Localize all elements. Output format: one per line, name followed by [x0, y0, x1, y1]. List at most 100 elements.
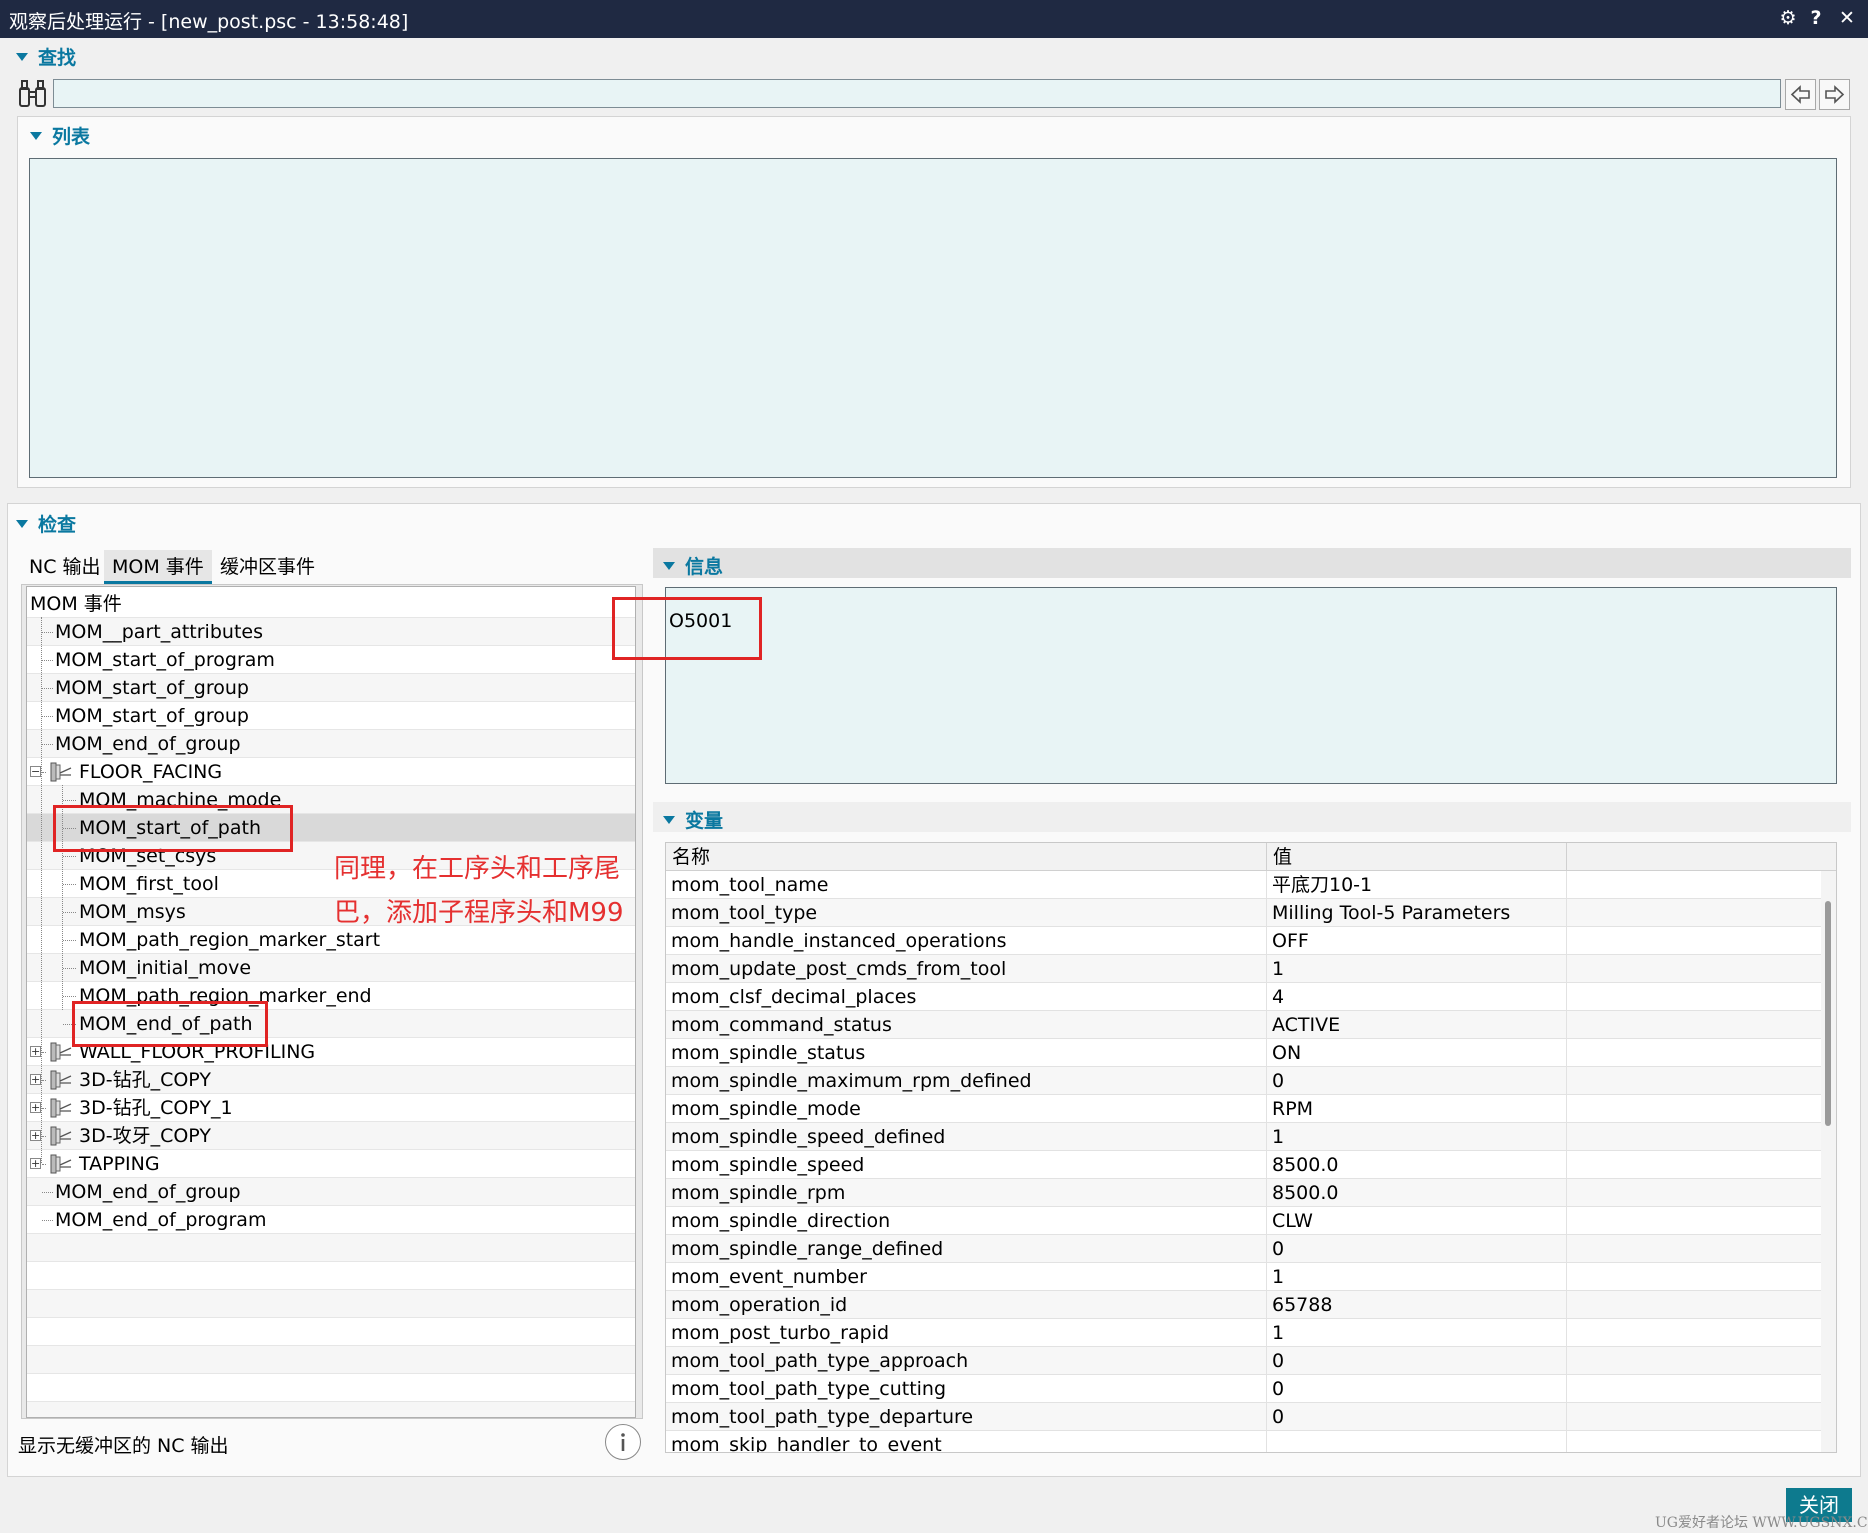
inspect-section-header[interactable]: 检查	[16, 510, 76, 537]
table-row[interactable]: mom_spindle_speed 8500.0	[666, 1151, 1821, 1179]
tree-node-event[interactable]: MOM_end_of_group	[27, 730, 635, 758]
expand-icon[interactable]: +	[30, 1102, 41, 1113]
tab-mom-events[interactable]: MOM 事件	[104, 550, 212, 584]
close-window-icon[interactable]: ✕	[1834, 5, 1860, 31]
tree-connector	[42, 772, 46, 773]
column-header-value[interactable]: 值	[1267, 843, 1567, 871]
find-next-button[interactable]	[1819, 79, 1850, 110]
tree-node-event[interactable]: MOM__part_attributes	[27, 618, 635, 646]
tree-node-operation[interactable]: 3D-钻孔_COPY +	[27, 1066, 635, 1094]
table-row[interactable]: mom_event_number 1	[666, 1263, 1821, 1291]
table-row[interactable]: mom_spindle_maximum_rpm_defined 0	[666, 1067, 1821, 1095]
tab-buffer-events[interactable]: 缓冲区事件	[212, 550, 323, 584]
list-box[interactable]	[29, 158, 1837, 478]
tree-empty-row	[27, 1374, 635, 1402]
table-row[interactable]: mom_operation_id 65788	[666, 1291, 1821, 1319]
tree-node-operation[interactable]: 3D-钻孔_COPY_1 +	[27, 1094, 635, 1122]
column-header-empty	[1567, 843, 1836, 871]
empty-cell	[1567, 1179, 1821, 1207]
table-row[interactable]: mom_spindle_direction CLW	[666, 1207, 1821, 1235]
tree-node-event[interactable]: MOM 事件	[27, 590, 635, 618]
operation-tool-icon	[50, 1098, 72, 1118]
operation-tool-icon	[50, 762, 72, 782]
tree-node-label: MOM_start_of_group	[55, 705, 249, 727]
variables-section-header[interactable]: 变量	[663, 806, 723, 833]
variable-value-cell: 1	[1267, 1263, 1567, 1291]
variable-name-cell: mom_tool_path_type_departure	[666, 1403, 1267, 1431]
tree-node-event[interactable]: MOM_start_of_program	[27, 646, 635, 674]
operation-tool-icon	[50, 1126, 72, 1146]
table-row[interactable]: mom_spindle_speed_defined 1	[666, 1123, 1821, 1151]
info-header-bar	[653, 548, 1851, 578]
tree-node-operation[interactable]: FLOOR_FACING −	[27, 758, 635, 786]
tree-node-event[interactable]: MOM_initial_move	[27, 954, 635, 982]
tree-connector	[42, 1220, 53, 1221]
tree-node-event[interactable]: MOM_end_of_program	[27, 1206, 635, 1234]
table-row[interactable]: mom_spindle_mode RPM	[666, 1095, 1821, 1123]
column-header-name[interactable]: 名称	[666, 843, 1267, 871]
empty-cell	[1567, 983, 1821, 1011]
tree-connector	[63, 800, 76, 801]
table-row[interactable]: mom_tool_name 平底刀10-1	[666, 871, 1821, 899]
table-row[interactable]: mom_tool_type Milling Tool-5 Parameters	[666, 899, 1821, 927]
variable-name-cell: mom_clsf_decimal_places	[666, 983, 1267, 1011]
tree-node-label: MOM_msys	[79, 901, 186, 923]
tree-node-operation[interactable]: 3D-攻牙_COPY +	[27, 1122, 635, 1150]
table-row[interactable]: mom_tool_path_type_approach 0	[666, 1347, 1821, 1375]
variable-value-cell: 65788	[1267, 1291, 1567, 1319]
table-row[interactable]: mom_spindle_range_defined 0	[666, 1235, 1821, 1263]
empty-cell	[1567, 1291, 1821, 1319]
list-section-header[interactable]: 列表	[30, 122, 90, 149]
tree-node-label: 3D-钻孔_COPY_1	[79, 1097, 233, 1119]
table-row[interactable]: mom_handle_instanced_operations OFF	[666, 927, 1821, 955]
scrollbar-thumb[interactable]	[1825, 901, 1831, 1126]
variable-name-cell: mom_skip_handler_to_event	[666, 1431, 1267, 1452]
search-input[interactable]	[53, 79, 1781, 108]
variable-name-cell: mom_spindle_range_defined	[666, 1235, 1267, 1263]
settings-icon[interactable]: ⚙	[1775, 5, 1801, 31]
variable-value-cell: ON	[1267, 1039, 1567, 1067]
collapse-triangle-icon	[663, 815, 675, 824]
variables-table[interactable]: 名称 值 mom_tool_name 平底刀10-1 mom_tool_type Mi…	[665, 842, 1837, 1453]
table-row[interactable]: mom_update_post_cmds_from_tool 1	[666, 955, 1821, 983]
tree-node-operation[interactable]: TAPPING +	[27, 1150, 635, 1178]
tree-connector	[42, 660, 53, 661]
variable-name-cell: mom_event_number	[666, 1263, 1267, 1291]
collapse-triangle-icon	[30, 131, 42, 140]
expand-icon[interactable]: +	[30, 1158, 41, 1169]
tree-connector	[63, 996, 76, 997]
table-row[interactable]: mom_spindle_status ON	[666, 1039, 1821, 1067]
empty-cell	[1567, 1235, 1821, 1263]
find-section-header[interactable]: 查找	[16, 43, 76, 70]
info-icon[interactable]	[605, 1424, 641, 1460]
collapse-icon[interactable]: −	[30, 766, 41, 777]
table-row[interactable]: mom_tool_path_type_departure 0	[666, 1403, 1821, 1431]
table-row[interactable]: mom_clsf_decimal_places 4	[666, 983, 1821, 1011]
variable-value-cell: 1	[1267, 1123, 1567, 1151]
table-row[interactable]: mom_skip_handler_to_event	[666, 1431, 1821, 1452]
help-icon[interactable]: ?	[1803, 5, 1829, 31]
expand-icon[interactable]: +	[30, 1046, 41, 1057]
find-label: 查找	[38, 47, 77, 69]
table-row[interactable]: mom_post_turbo_rapid 1	[666, 1319, 1821, 1347]
empty-cell	[1567, 1263, 1821, 1291]
variable-value-cell: CLW	[1267, 1207, 1567, 1235]
table-row[interactable]: mom_spindle_rpm 8500.0	[666, 1179, 1821, 1207]
tree-node-event[interactable]: MOM_start_of_group	[27, 702, 635, 730]
info-section-header[interactable]: 信息	[663, 552, 723, 579]
find-previous-button[interactable]	[1785, 79, 1816, 110]
tree-connector	[63, 884, 76, 885]
table-row[interactable]: mom_tool_path_type_cutting 0	[666, 1375, 1821, 1403]
tab-nc-output[interactable]: NC 输出	[21, 550, 109, 584]
tree-node-event[interactable]: MOM_path_region_marker_start	[27, 926, 635, 954]
tree-connector	[63, 940, 76, 941]
tree-node-label: MOM_end_of_group	[55, 1181, 241, 1203]
tree-node-event[interactable]: MOM_end_of_group	[27, 1178, 635, 1206]
info-box[interactable]: O5001	[665, 587, 1837, 784]
expand-icon[interactable]: +	[30, 1074, 41, 1085]
table-row[interactable]: mom_command_status ACTIVE	[666, 1011, 1821, 1039]
expand-icon[interactable]: +	[30, 1130, 41, 1141]
vertical-scrollbar[interactable]	[1821, 871, 1836, 1452]
tree-connector	[63, 968, 76, 969]
tree-node-event[interactable]: MOM_start_of_group	[27, 674, 635, 702]
